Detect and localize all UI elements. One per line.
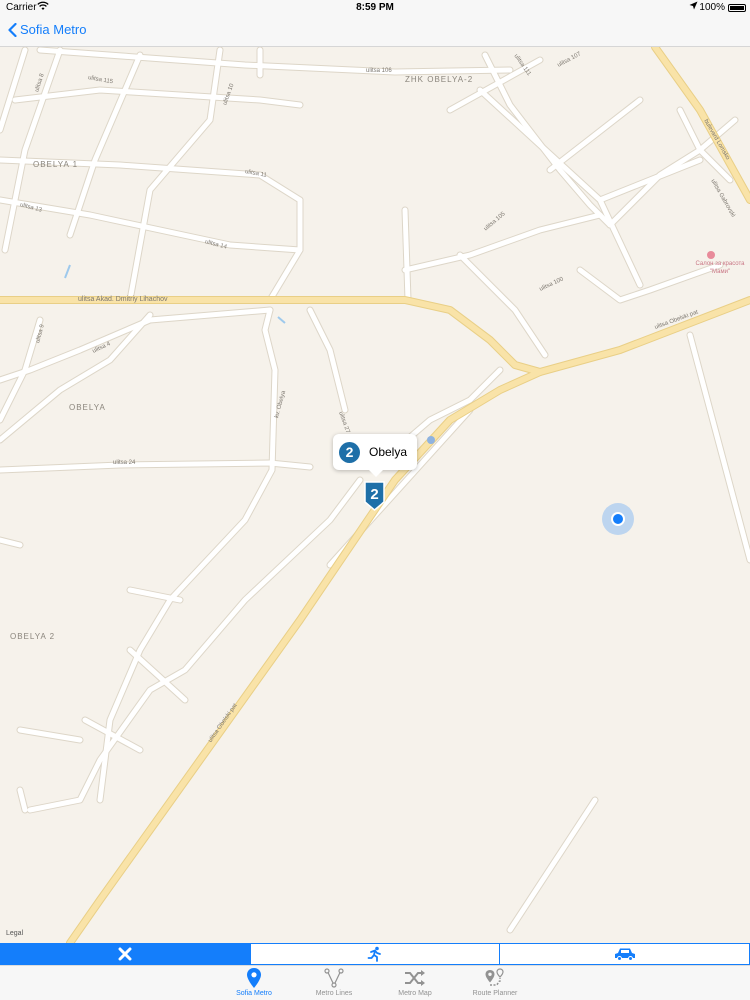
close-mode-button[interactable] [1, 944, 250, 964]
transport-mode-selector [0, 943, 750, 965]
lines-icon [298, 967, 370, 989]
station-callout[interactable]: 2 Obelya [333, 434, 417, 477]
bus-stop-icon[interactable] [427, 436, 435, 444]
map-pin-icon [218, 967, 290, 989]
clock: 8:59 PM [356, 2, 394, 13]
station-name: Obelya [369, 445, 408, 459]
tab-label: Sofia Metro [236, 990, 272, 997]
poi-label[interactable]: Салон за красота "Мами" [690, 260, 750, 276]
chevron-left-icon [8, 22, 17, 37]
tab-route-planner[interactable]: Route Planner [459, 967, 531, 997]
area-label-obelya-2: OBELYA 2 [10, 632, 56, 641]
status-bar: Carrier 8:59 PM 100% [0, 0, 750, 16]
metro-pin-line-number: 2 [370, 486, 378, 503]
close-icon [118, 947, 132, 961]
app-window: Carrier 8:59 PM 100% Sofia Metro ZHK OBE… [0, 0, 750, 1000]
walking-person-icon [367, 946, 381, 962]
tab-metro-map[interactable]: Metro Map [379, 967, 451, 997]
route-icon [459, 967, 531, 989]
street-label: ulitsa 24 [113, 460, 136, 466]
battery-percentage: 100% [699, 2, 725, 13]
tab-bar: Sofia Metro Metro Lines Metro Map Route … [0, 965, 750, 1000]
legal-link[interactable]: Legal [6, 930, 23, 937]
metro-line-badge: 2 [339, 441, 360, 463]
metro-station-pin-icon[interactable]: 2 [364, 481, 385, 511]
map-view[interactable]: ZHK OBELYA-2 OBELYA 1 OBELYA OBELYA 2 ul… [0, 47, 750, 943]
walk-mode-button[interactable] [249, 944, 500, 964]
poi-icon[interactable] [707, 251, 715, 259]
back-button[interactable]: Sofia Metro [8, 22, 86, 37]
shuffle-icon [379, 967, 451, 989]
tab-label: Route Planner [472, 990, 518, 997]
location-arrow-icon [689, 1, 698, 13]
tab-label: Metro Lines [315, 990, 353, 997]
tab-label: Metro Map [398, 990, 432, 997]
car-icon [614, 948, 635, 961]
area-label-obelya-1: OBELYA 1 [33, 160, 79, 169]
battery-icon [728, 4, 746, 12]
tab-sofia-metro[interactable]: Sofia Metro [218, 967, 290, 997]
user-location-dot [602, 503, 634, 535]
car-mode-button[interactable] [499, 944, 749, 964]
area-label-obelya: OBELYA [69, 403, 106, 412]
navigation-bar: Sofia Metro [0, 16, 750, 47]
tab-metro-lines[interactable]: Metro Lines [298, 967, 370, 997]
area-label-zhk-obelya-2: ZHK OBELYA-2 [405, 75, 474, 84]
street-label: ulitsa Akad. Dmitriy Lihachov [78, 296, 168, 303]
street-label: ulitsa 106 [366, 68, 392, 74]
back-button-label: Sofia Metro [20, 22, 87, 37]
